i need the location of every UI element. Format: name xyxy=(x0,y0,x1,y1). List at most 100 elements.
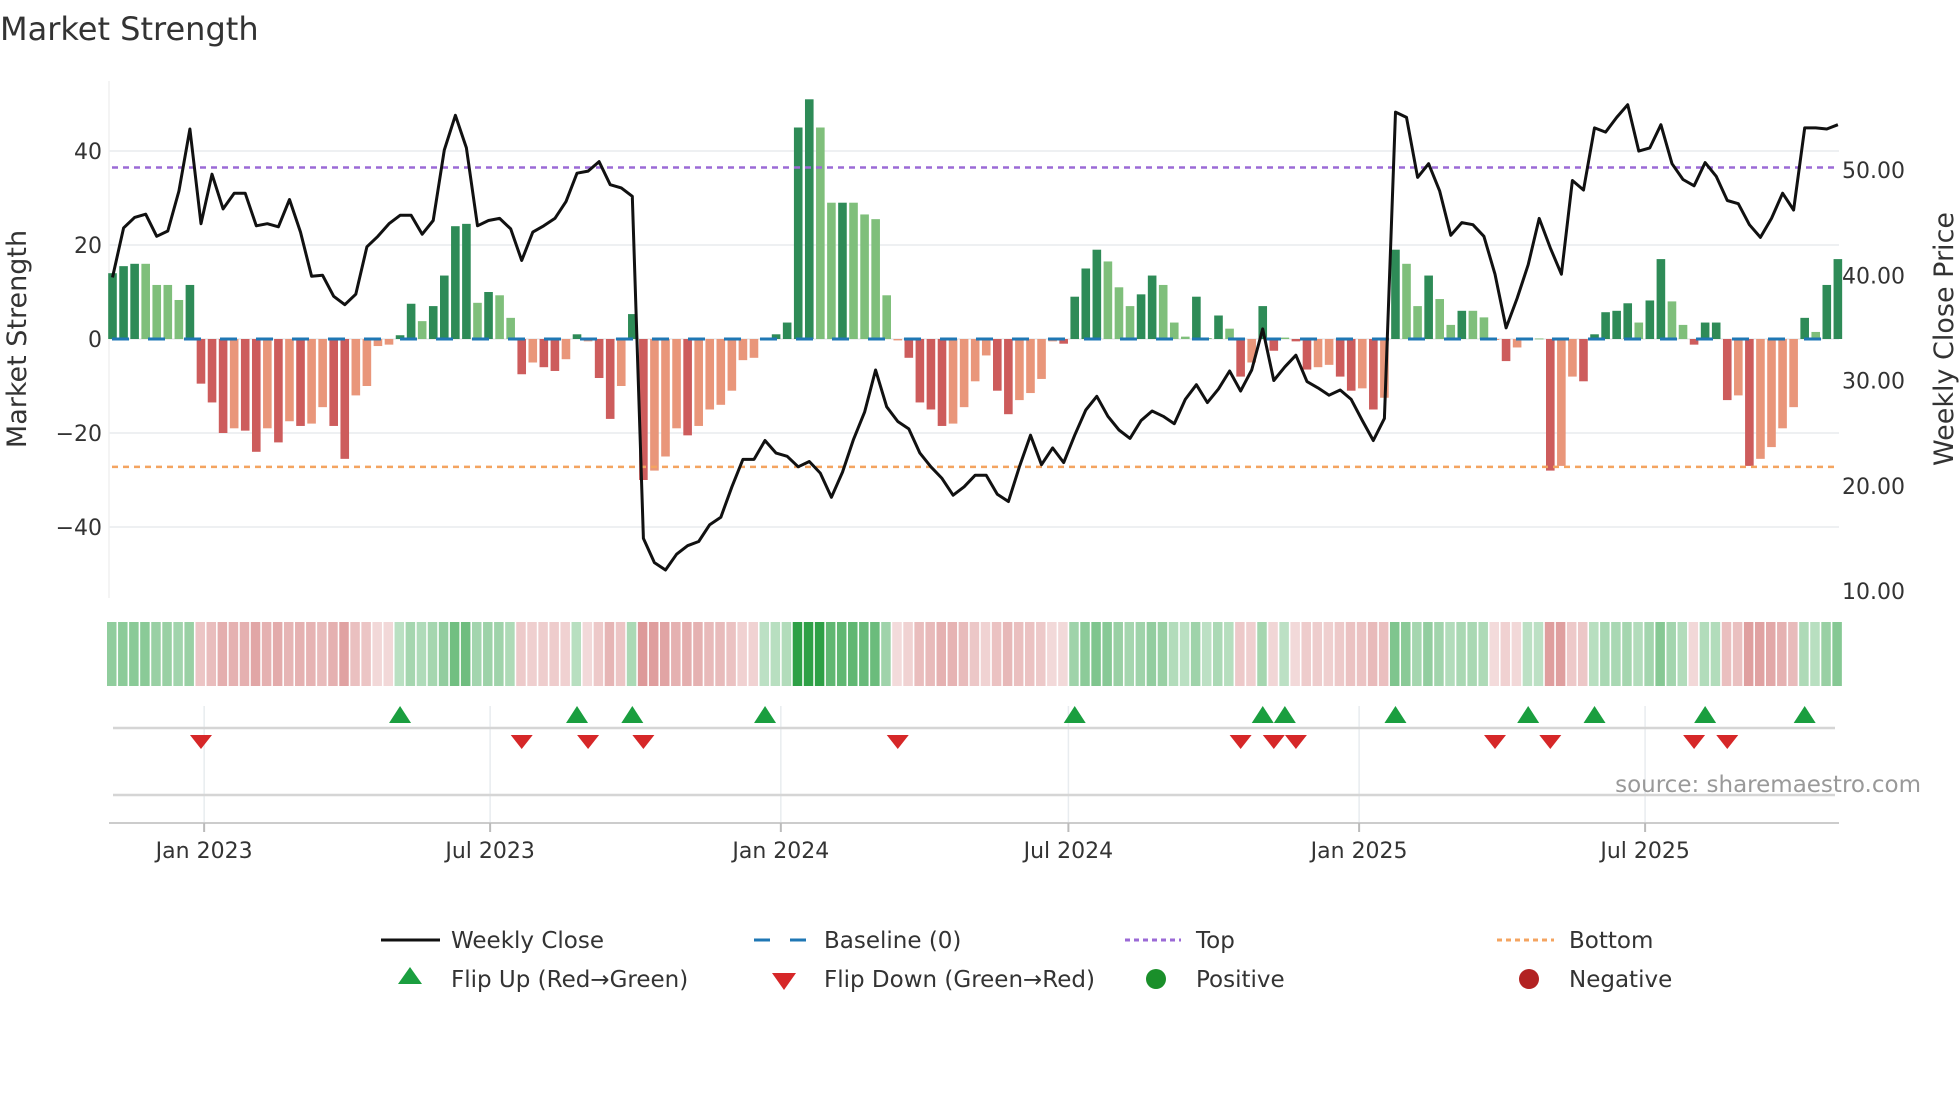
regime-strip-cell xyxy=(1080,622,1090,686)
regime-strip-cell xyxy=(1290,622,1300,686)
strength-bar xyxy=(130,263,139,339)
strength-bar xyxy=(318,339,327,408)
regime-strip-cell xyxy=(1677,622,1688,686)
regime-strip-cell xyxy=(582,622,593,686)
strength-bar xyxy=(904,339,914,358)
regime-strip-cell xyxy=(195,622,205,686)
regime-strip-cell xyxy=(1589,622,1599,686)
strength-bar xyxy=(1070,296,1080,339)
legend-item-flip-down[interactable]: Flip Down (Green→Red) xyxy=(772,967,1095,993)
regime-strip-cell xyxy=(1069,622,1079,686)
strength-bar xyxy=(1789,339,1798,408)
flip-down-marker xyxy=(1229,735,1252,749)
regime-strip-cell xyxy=(560,622,570,686)
regime-strip-cell xyxy=(903,622,913,686)
strength-bar xyxy=(561,339,571,360)
strength-bar xyxy=(1169,322,1179,339)
strength-bar xyxy=(440,275,449,339)
legend-item-baseline[interactable]: Baseline (0) xyxy=(754,928,961,954)
strength-bar xyxy=(1236,339,1245,377)
regime-strip-cell xyxy=(350,622,360,686)
strength-bar xyxy=(1745,339,1754,466)
regime-strip-cell xyxy=(328,622,338,686)
regime-strip-cell xyxy=(748,622,758,686)
regime-strip-cell xyxy=(593,622,604,686)
regime-strip-cell xyxy=(1555,622,1566,686)
legend-item-negative[interactable]: Negative xyxy=(1519,967,1672,993)
regime-strip-cell xyxy=(1201,622,1212,686)
regime-strip-cell xyxy=(1268,622,1278,686)
strength-bar xyxy=(1534,338,1544,340)
regime-strip-cell xyxy=(1378,622,1389,686)
strength-bar xyxy=(384,339,394,345)
regime-strip-cell xyxy=(1788,622,1798,686)
legend-item-top[interactable]: Top xyxy=(1125,928,1235,954)
strength-bar xyxy=(1136,294,1146,339)
regime-strip-cell xyxy=(1224,622,1234,686)
strength-bar xyxy=(1612,310,1621,339)
flip-up-marker xyxy=(389,706,412,723)
strength-bar xyxy=(981,339,991,356)
strength-bar xyxy=(274,339,283,443)
strength-bar xyxy=(528,339,538,363)
flip-up-marker xyxy=(1517,706,1540,723)
strength-bar xyxy=(838,202,847,339)
flip-down-marker xyxy=(632,735,655,749)
strength-bar xyxy=(1214,315,1223,339)
strength-bar xyxy=(296,339,305,426)
strength-bar xyxy=(860,214,869,339)
regime-strip-cell xyxy=(704,622,714,686)
legend-item-flip-up[interactable]: Flip Up (Red→Green) xyxy=(398,967,688,993)
flip-down-marker xyxy=(510,735,533,749)
regime-strip-cell xyxy=(969,622,980,686)
regime-strip-cell xyxy=(471,622,482,686)
regime-strip-cell xyxy=(416,622,427,686)
y-tick-label: 0 xyxy=(88,328,102,353)
regime-strip-cell xyxy=(792,622,803,686)
regime-strip-cell xyxy=(272,622,283,686)
flip-down-marker xyxy=(1262,735,1285,749)
regime-strip-cell xyxy=(129,622,139,686)
flip-up-marker xyxy=(1063,706,1086,723)
regime-strip-cell xyxy=(1577,622,1588,686)
legend-item-weekly-close[interactable]: Weekly Close xyxy=(381,928,604,954)
regime-strip-cell xyxy=(1766,622,1776,686)
regime-strip-cell xyxy=(1821,622,1831,686)
regime-strip-cell xyxy=(295,622,305,686)
strength-bar xyxy=(1756,339,1765,459)
regime-strip-cell xyxy=(1401,622,1411,686)
regime-strip-cell xyxy=(427,622,438,686)
strength-bar xyxy=(959,339,969,408)
regime-strip-cell xyxy=(140,622,150,686)
strength-bar xyxy=(1026,339,1035,394)
strength-bar xyxy=(915,339,925,403)
strength-bar xyxy=(1114,287,1124,339)
regime-strip-cell xyxy=(1301,622,1311,686)
strength-bar xyxy=(1357,339,1367,389)
legend-label: Positive xyxy=(1196,967,1285,993)
strength-bar xyxy=(694,339,703,426)
strength-bar xyxy=(351,339,361,396)
regime-strip-cell xyxy=(339,622,349,686)
regime-strip-cell xyxy=(217,622,228,686)
regime-strip-cell xyxy=(825,622,836,686)
strength-bar xyxy=(451,226,460,339)
strength-bar xyxy=(1722,339,1732,401)
legend-item-positive[interactable]: Positive xyxy=(1146,967,1285,993)
regime-strip-cell xyxy=(1511,622,1522,686)
strength-bar xyxy=(616,339,626,386)
regime-strip-cell xyxy=(814,622,825,686)
regime-strip-cell xyxy=(361,622,371,686)
legend-item-bottom[interactable]: Bottom xyxy=(1497,928,1653,954)
regime-strip-cell xyxy=(648,622,659,686)
regime-strip-cell xyxy=(1235,622,1245,686)
regime-strip-cell xyxy=(715,622,725,686)
strength-bar xyxy=(738,339,748,361)
regime-strip-cell xyxy=(250,622,261,686)
y2-tick-label: 20.00 xyxy=(1842,475,1905,500)
strength-bar xyxy=(1656,259,1666,339)
regime-strip-cell xyxy=(836,622,847,686)
regime-strip-cell xyxy=(958,622,969,686)
regime-strip-cell xyxy=(1058,622,1068,686)
regime-strip-cell xyxy=(261,622,272,686)
